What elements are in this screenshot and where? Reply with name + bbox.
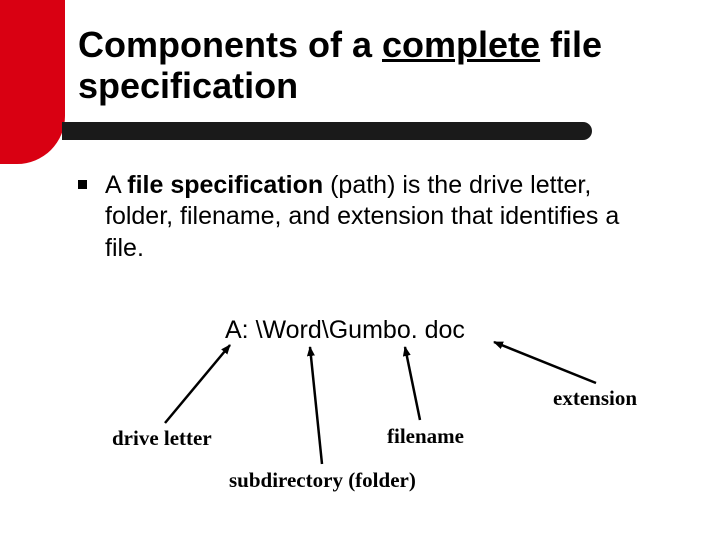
divider-bar — [62, 122, 592, 140]
label-filename: filename — [387, 424, 464, 449]
slide-title: Components of a complete file specificat… — [78, 24, 688, 107]
bullet-icon — [78, 180, 87, 189]
title-prefix: Components of a — [78, 24, 382, 65]
bullet-bold: file specification — [127, 171, 323, 199]
bullet-list: A file specification (path) is the drive… — [78, 170, 658, 264]
accent-shape — [0, 0, 65, 164]
label-extension: extension — [553, 386, 637, 411]
example-path: A: \Word\Gumbo. doc — [225, 316, 465, 345]
label-drive: drive letter — [112, 426, 212, 451]
bullet-item: A file specification (path) is the drive… — [78, 170, 658, 264]
label-subdir: subdirectory (folder) — [229, 468, 416, 493]
title-underlined: complete — [382, 24, 540, 65]
bullet-lead: A — [105, 171, 127, 199]
bullet-text: A file specification (path) is the drive… — [105, 170, 658, 264]
